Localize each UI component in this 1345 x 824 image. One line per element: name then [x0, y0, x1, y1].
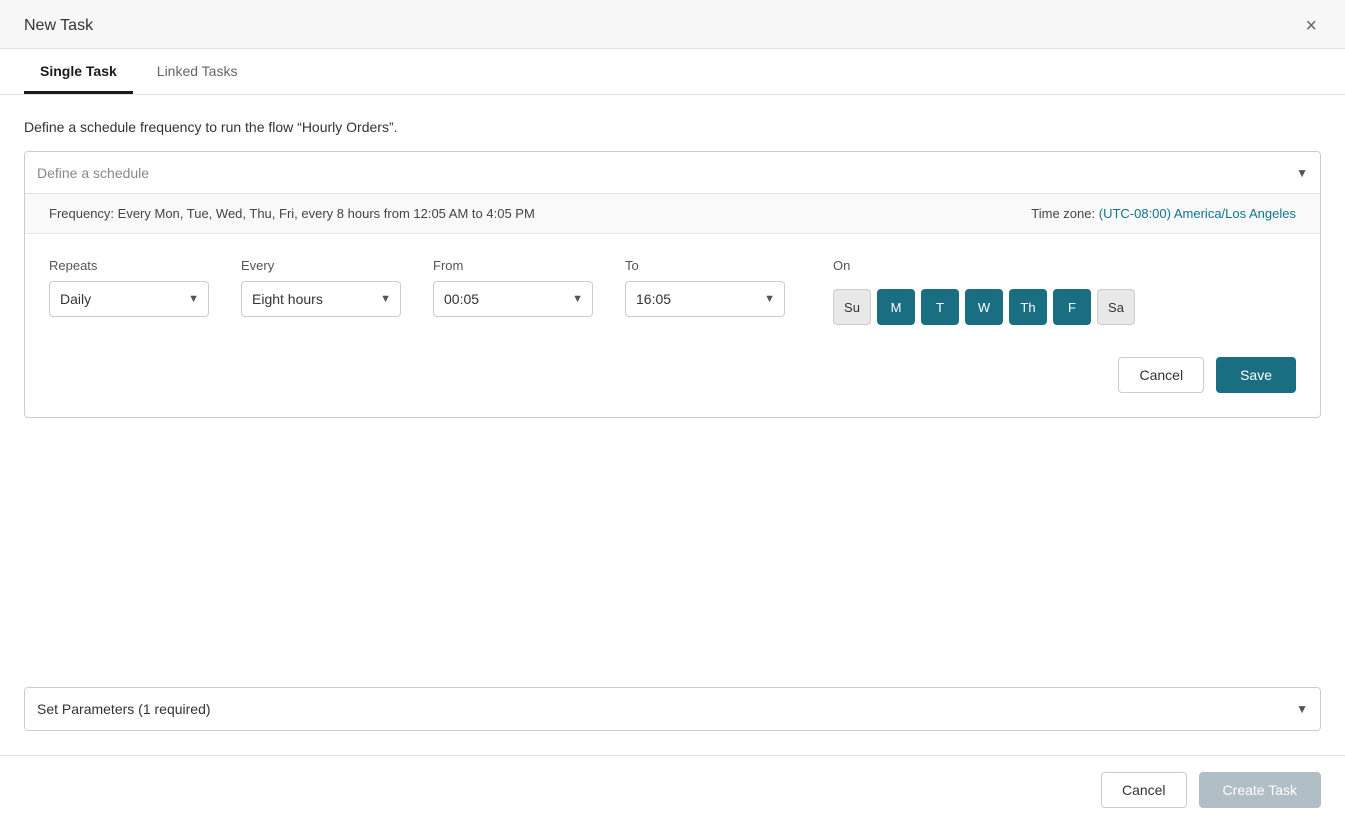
params-chevron-icon: ▼ [1296, 702, 1308, 716]
schedule-header[interactable]: Define a schedule ▼ [25, 152, 1320, 194]
tabs-container: Single Task Linked Tasks [0, 49, 1345, 95]
modal-body: Single Task Linked Tasks Define a schedu… [0, 49, 1345, 755]
repeats-group: Repeats Daily Weekly Monthly ▼ [49, 258, 209, 317]
footer-cancel-button[interactable]: Cancel [1101, 772, 1187, 808]
timezone-value[interactable]: (UTC-08:00) America/Los Angeles [1099, 206, 1296, 221]
schedule-section: Define a schedule ▼ Frequency: Every Mon… [24, 151, 1321, 418]
spacer [0, 458, 1345, 687]
every-group: Every Eight hours One hour Two hours Fou… [241, 258, 401, 317]
schedule-actions: Cancel Save [25, 357, 1320, 417]
chevron-down-icon: ▼ [1296, 166, 1308, 180]
modal-header: New Task × [0, 0, 1345, 49]
timezone-label: Time zone: [1031, 206, 1095, 221]
params-label: Set Parameters (1 required) [37, 701, 211, 717]
repeats-label: Repeats [49, 258, 209, 273]
day-button-th[interactable]: Th [1009, 289, 1047, 325]
every-select-wrapper: Eight hours One hour Two hours Four hour… [241, 281, 401, 317]
params-section: Set Parameters (1 required) ▼ [24, 687, 1321, 731]
close-button[interactable]: × [1301, 16, 1321, 36]
controls-row: Repeats Daily Weekly Monthly ▼ [49, 258, 1296, 325]
from-select[interactable]: 00:05 01:00 02:00 [433, 281, 593, 317]
schedule-controls: Repeats Daily Weekly Monthly ▼ [25, 234, 1320, 357]
from-label: From [433, 258, 593, 273]
description-text: Define a schedule frequency to run the f… [24, 119, 1321, 135]
to-group: To 16:05 17:00 18:00 ▼ [625, 258, 785, 317]
day-button-m[interactable]: M [877, 289, 915, 325]
content-area: Define a schedule frequency to run the f… [0, 95, 1345, 458]
tab-linked-tasks[interactable]: Linked Tasks [141, 49, 254, 94]
modal-footer: Cancel Create Task [0, 755, 1345, 824]
tab-single-task[interactable]: Single Task [24, 49, 133, 94]
schedule-header-right: ▼ [1296, 166, 1308, 180]
create-task-button[interactable]: Create Task [1199, 772, 1321, 808]
params-header[interactable]: Set Parameters (1 required) ▼ [25, 688, 1320, 730]
frequency-bar: Frequency: Every Mon, Tue, Wed, Thu, Fri… [25, 194, 1320, 234]
repeats-select[interactable]: Daily Weekly Monthly [49, 281, 209, 317]
to-select-wrapper: 16:05 17:00 18:00 ▼ [625, 281, 785, 317]
day-button-w[interactable]: W [965, 289, 1003, 325]
day-button-f[interactable]: F [1053, 289, 1091, 325]
day-button-su[interactable]: Su [833, 289, 871, 325]
modal-title: New Task [24, 17, 93, 35]
timezone-display: Time zone: (UTC-08:00) America/Los Angel… [1031, 206, 1296, 221]
to-select[interactable]: 16:05 17:00 18:00 [625, 281, 785, 317]
schedule-save-button[interactable]: Save [1216, 357, 1296, 393]
schedule-placeholder: Define a schedule [37, 165, 149, 181]
day-button-sa[interactable]: Sa [1097, 289, 1135, 325]
every-select[interactable]: Eight hours One hour Two hours Four hour… [241, 281, 401, 317]
frequency-text: Frequency: Every Mon, Tue, Wed, Thu, Fri… [49, 206, 535, 221]
on-label: On [833, 258, 1296, 273]
from-group: From 00:05 01:00 02:00 ▼ [433, 258, 593, 317]
every-label: Every [241, 258, 401, 273]
schedule-cancel-button[interactable]: Cancel [1118, 357, 1204, 393]
on-group: On Su M T W Th F Sa [833, 258, 1296, 325]
day-button-t[interactable]: T [921, 289, 959, 325]
from-select-wrapper: 00:05 01:00 02:00 ▼ [433, 281, 593, 317]
to-label: To [625, 258, 785, 273]
repeats-select-wrapper: Daily Weekly Monthly ▼ [49, 281, 209, 317]
day-buttons: Su M T W Th F Sa [833, 289, 1296, 325]
